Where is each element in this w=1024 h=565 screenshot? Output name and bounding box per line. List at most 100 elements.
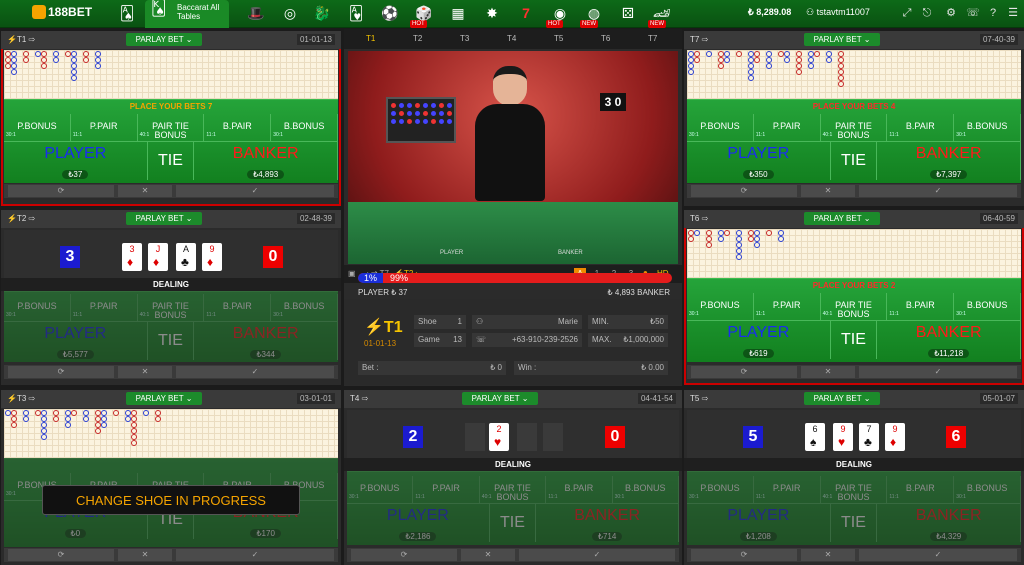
confirm-button[interactable]: ✓ (176, 185, 334, 197)
tab-t1[interactable]: T1 (366, 34, 375, 43)
bet-bbonus[interactable]: B.BONUS30:1 (954, 476, 1021, 504)
bet-player[interactable]: PLAYER ₺37 (4, 142, 148, 180)
bet-bbonus[interactable]: B.BONUS30:1 (271, 114, 338, 142)
bet-tie[interactable]: TIE (831, 321, 878, 359)
table-t2[interactable]: ⚡T2 ⇨ PARLAY BET ⌄ 02-48-39 3 3 ♦ J ♦ A ♣ 9… (1, 210, 341, 385)
repeat-button[interactable]: ⟳ (8, 185, 114, 197)
repeat-button[interactable]: ⟳ (691, 366, 797, 378)
clear-button[interactable]: ✕ (118, 185, 172, 197)
bet-pbonus[interactable]: P.BONUS 30:1 (687, 476, 754, 504)
bet-tie[interactable]: TIE (831, 142, 878, 180)
tab-t5[interactable]: T5 (554, 34, 563, 43)
username[interactable]: ⚇ tstavtm11007 (806, 7, 870, 18)
game-icon-dice[interactable]: ⚄ (616, 2, 640, 24)
game-icon-dragon[interactable]: 🐉 (310, 2, 334, 24)
bet-tiebonus[interactable]: PAIR TIE BONUS40:1 (137, 294, 205, 322)
game-icon-explosion[interactable]: ✸ (480, 2, 504, 24)
bet-player[interactable]: PLAYER ₺350 (687, 142, 831, 180)
bet-bbonus[interactable]: B.BONUS30:1 (271, 294, 338, 322)
game-icon-hat[interactable]: 🎩 (244, 2, 268, 24)
tab-t2[interactable]: T2 (413, 34, 422, 43)
repeat-button[interactable]: ⟳ (8, 549, 114, 561)
bet-pbonus[interactable]: P.BONUS 30:1 (687, 114, 754, 142)
confirm-button[interactable]: ✓ (176, 366, 334, 378)
chat-icon[interactable]: ☏ (966, 6, 980, 20)
table-t7[interactable]: T7 ⇨ PARLAY BET ⌄ 07-40-39 PLACE YOUR BE… (684, 31, 1024, 206)
clear-button[interactable]: ✕ (801, 185, 855, 197)
bet-pbonus[interactable]: P.BONUS 30:1 (347, 476, 414, 504)
camera-icon[interactable]: ▣ (348, 269, 356, 278)
game-icon-soccer[interactable]: ⚽ (378, 2, 402, 24)
repeat-button[interactable]: ⟳ (8, 366, 114, 378)
bet-pbonus[interactable]: P.BONUS 30:1 (687, 293, 754, 321)
game-icon-cards[interactable]: 🂡 (115, 2, 139, 24)
bet-bbonus[interactable]: B.BONUS30:1 (954, 293, 1021, 321)
live-video[interactable]: 3 0 PLAYER BANKER (348, 51, 678, 264)
game-icon-new-car[interactable]: 🏎 NEW (648, 2, 674, 28)
bet-tie[interactable]: TIE (148, 142, 195, 180)
bet-ppair[interactable]: P.PAIR11:1 (70, 114, 138, 142)
bet-pbonus[interactable]: P.BONUS 30:1 (4, 294, 71, 322)
bet-tie[interactable]: TIE (148, 322, 195, 360)
game-icon-new-wheel[interactable]: ◍ NEW (580, 2, 606, 28)
bet-tiebonus[interactable]: PAIR TIE BONUS40:1 (820, 293, 888, 321)
repeat-button[interactable]: ⟳ (351, 549, 457, 561)
parlay-bet-button[interactable]: PARLAY BET ⌄ (462, 392, 538, 405)
bet-ppair[interactable]: P.PAIR11:1 (413, 476, 480, 504)
category-tab-baccarat[interactable]: 🂮 Baccarat All Tables (145, 0, 229, 28)
clear-button[interactable]: ✕ (118, 366, 172, 378)
game-icon-roulette[interactable]: ◎ (278, 2, 302, 24)
bet-bpair[interactable]: B.PAIR11:1 (887, 293, 955, 321)
parlay-bet-button[interactable]: PARLAY BET ⌄ (804, 212, 880, 225)
help-icon[interactable]: ? (986, 6, 1000, 20)
table-t3[interactable]: ⚡T3 ⇨ PARLAY BET ⌄ 03-01-01 P.BONUS30:1P… (1, 390, 341, 565)
bet-banker[interactable]: BANKER ₺344 (194, 322, 338, 360)
bet-player[interactable]: PLAYER ₺1,208 (687, 504, 831, 542)
confirm-button[interactable]: ✓ (859, 366, 1017, 378)
bet-tiebonus[interactable]: PAIR TIE BONUS40:1 (820, 114, 888, 142)
confirm-button[interactable]: ✓ (859, 185, 1017, 197)
bet-banker[interactable]: BANKER ₺11,218 (877, 321, 1021, 359)
bet-player[interactable]: PLAYER ₺619 (687, 321, 831, 359)
tab-t3[interactable]: T3 (460, 34, 469, 43)
tab-t4[interactable]: T4 (507, 34, 516, 43)
parlay-bet-button[interactable]: PARLAY BET ⌄ (804, 33, 880, 46)
clear-button[interactable]: ✕ (801, 549, 855, 561)
exit-icon[interactable]: ⎋ (920, 6, 934, 20)
menu-icon[interactable]: ☰ (1006, 6, 1020, 20)
tab-t7[interactable]: T7 (648, 34, 657, 43)
table-t1[interactable]: ⚡T1 ⇨ PARLAY BET ⌄ 01-01-13 PLACE YOUR B… (1, 31, 341, 206)
clear-button[interactable]: ✕ (118, 549, 172, 561)
bet-tiebonus[interactable]: PAIR TIE BONUS40:1 (820, 476, 888, 504)
parlay-bet-button[interactable]: PARLAY BET ⌄ (126, 392, 202, 405)
bet-tiebonus[interactable]: PAIR TIE BONUS40:1 (137, 114, 205, 142)
bet-bpair[interactable]: B.PAIR11:1 (546, 476, 613, 504)
game-icon-hot-wheel[interactable]: ◉ HOT (546, 2, 572, 28)
bet-banker[interactable]: BANKER ₺4,329 (877, 504, 1021, 542)
game-icon-hot-game[interactable]: 🎲 HOT (410, 2, 436, 28)
bet-bpair[interactable]: B.PAIR11:1 (204, 294, 272, 322)
bet-ppair[interactable]: P.PAIR11:1 (753, 114, 821, 142)
parlay-bet-button[interactable]: PARLAY BET ⌄ (126, 33, 202, 46)
fullscreen-icon[interactable]: ⤢ (900, 6, 914, 20)
bet-player[interactable]: PLAYER ₺2,186 (347, 504, 490, 542)
bet-bbonus[interactable]: B.BONUS30:1 (954, 114, 1021, 142)
bet-banker[interactable]: BANKER ₺4,893 (194, 142, 338, 180)
settings-icon[interactable]: ⚙ (944, 6, 958, 20)
bet-banker[interactable]: BANKER ₺7,397 (877, 142, 1021, 180)
game-icon-poker[interactable]: 🂱 (344, 2, 368, 24)
repeat-button[interactable]: ⟳ (691, 549, 797, 561)
bet-pbonus[interactable]: P.BONUS 30:1 (4, 114, 71, 142)
table-t5[interactable]: T5 ⇨ PARLAY BET ⌄ 05-01-07 5 6 ♠ 9 ♥ 7 ♣ 9 ♦… (684, 390, 1024, 565)
repeat-button[interactable]: ⟳ (691, 185, 797, 197)
bet-ppair[interactable]: P.PAIR11:1 (70, 294, 138, 322)
bet-ppair[interactable]: P.PAIR11:1 (753, 476, 821, 504)
game-icon-field[interactable]: ▦ (446, 2, 470, 24)
game-icon-seven[interactable]: 7 (514, 2, 538, 24)
table-t4[interactable]: T4 ⇨ PARLAY BET ⌄ 04-41-54 2 2 ♥ 0 DEALIN… (344, 390, 682, 565)
parlay-bet-button[interactable]: PARLAY BET ⌄ (126, 212, 202, 225)
bet-player[interactable]: PLAYER ₺5,577 (4, 322, 148, 360)
clear-button[interactable]: ✕ (461, 549, 515, 561)
bet-bpair[interactable]: B.PAIR11:1 (887, 114, 955, 142)
parlay-bet-button[interactable]: PARLAY BET ⌄ (804, 392, 880, 405)
